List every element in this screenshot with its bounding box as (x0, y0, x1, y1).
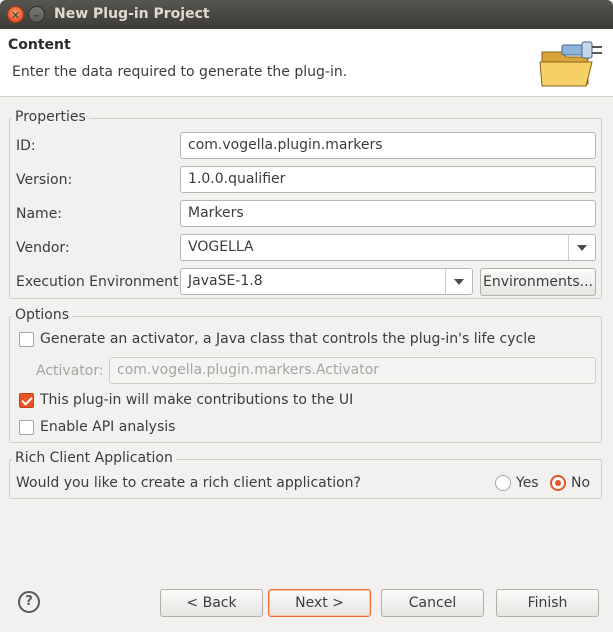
execution-environment-label: Execution Environment: (16, 274, 184, 290)
page-description: Enter the data required to generate the … (12, 64, 348, 80)
vendor-value: VOGELLA (188, 239, 254, 255)
cancel-button[interactable]: Cancel (381, 589, 484, 617)
version-field[interactable]: 1.0.0.qualifier (180, 166, 596, 193)
contributions-ui-label[interactable]: This plug-in will make contributions to … (40, 392, 353, 408)
rich-client-yes-label[interactable]: Yes (516, 475, 539, 491)
name-field[interactable]: Markers (180, 200, 596, 227)
contributions-ui-checkbox[interactable] (19, 393, 34, 408)
wizard-header: Content Enter the data required to gener… (0, 29, 613, 97)
api-analysis-label[interactable]: Enable API analysis (40, 419, 175, 435)
back-button[interactable]: < Back (160, 589, 263, 617)
rich-client-yes-radio[interactable] (495, 475, 511, 491)
name-label: Name: (16, 206, 63, 222)
api-analysis-checkbox[interactable] (19, 420, 34, 435)
wizard-folder-plug-icon (539, 41, 602, 87)
id-field[interactable]: com.vogella.plugin.markers (180, 132, 596, 159)
minimize-window-button[interactable]: – (28, 6, 45, 23)
properties-group-label: Properties (12, 109, 89, 125)
activator-label: Activator: (36, 363, 104, 379)
version-label: Version: (16, 172, 73, 188)
chevron-down-icon[interactable] (568, 235, 595, 260)
environments-button[interactable]: Environments... (480, 268, 596, 296)
rich-client-question: Would you like to create a rich client a… (16, 475, 361, 491)
finish-button[interactable]: Finish (496, 589, 599, 617)
title-bar: ✕ – New Plug-in Project (0, 0, 613, 29)
execution-environment-value: JavaSE-1.8 (188, 273, 263, 289)
activator-field: com.vogella.plugin.markers.Activator (109, 357, 596, 384)
next-button[interactable]: Next > (268, 589, 371, 617)
window-title: New Plug-in Project (54, 6, 210, 22)
rich-client-no-radio[interactable] (550, 475, 566, 491)
vendor-combo[interactable]: VOGELLA (180, 234, 596, 261)
id-label: ID: (16, 138, 36, 154)
options-group-label: Options (12, 307, 73, 323)
chevron-down-icon[interactable] (445, 269, 472, 294)
vendor-label: Vendor: (16, 240, 70, 256)
generate-activator-checkbox[interactable] (19, 332, 34, 347)
help-icon[interactable]: ? (18, 591, 40, 613)
rich-client-no-label[interactable]: No (571, 475, 590, 491)
generate-activator-label[interactable]: Generate an activator, a Java class that… (40, 331, 536, 347)
page-title: Content (8, 37, 71, 53)
execution-environment-select[interactable]: JavaSE-1.8 (180, 268, 473, 295)
close-window-button[interactable]: ✕ (7, 6, 24, 23)
rich-client-group-label: Rich Client Application (12, 450, 176, 466)
